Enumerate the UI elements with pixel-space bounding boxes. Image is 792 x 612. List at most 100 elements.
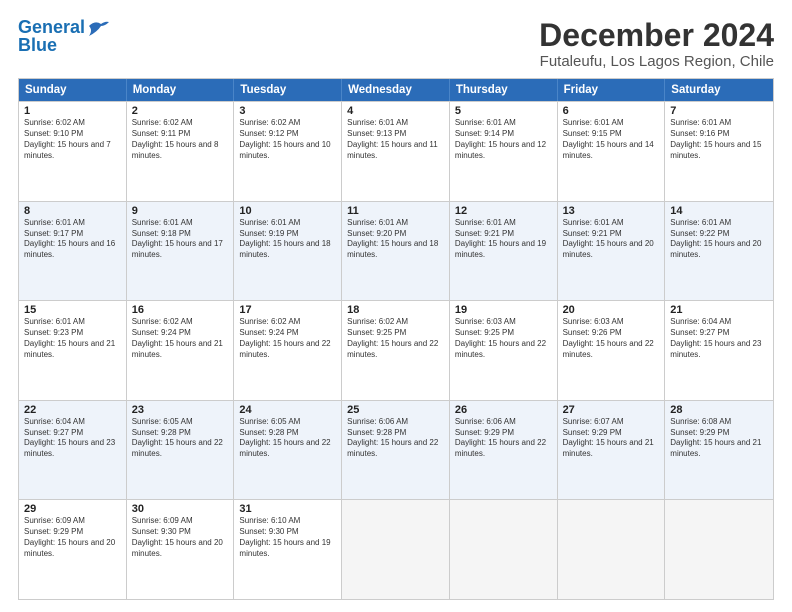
calendar-cell-day-8: 8Sunrise: 6:01 AMSunset: 9:17 PMDaylight… <box>19 202 127 301</box>
calendar-cell-day-17: 17Sunrise: 6:02 AMSunset: 9:24 PMDayligh… <box>234 301 342 400</box>
day-number: 8 <box>24 205 121 217</box>
cell-info: Sunrise: 6:10 AMSunset: 9:30 PMDaylight:… <box>239 516 336 559</box>
logo-bird-icon <box>87 18 109 36</box>
day-number: 3 <box>239 105 336 117</box>
day-number: 5 <box>455 105 552 117</box>
day-number: 16 <box>132 304 229 316</box>
title-section: December 2024 Futaleufu, Los Lagos Regio… <box>539 18 774 70</box>
calendar-row-1: 1Sunrise: 6:02 AMSunset: 9:10 PMDaylight… <box>19 101 773 201</box>
calendar-cell-empty <box>558 500 666 599</box>
calendar-row-4: 22Sunrise: 6:04 AMSunset: 9:27 PMDayligh… <box>19 400 773 500</box>
cell-info: Sunrise: 6:06 AMSunset: 9:29 PMDaylight:… <box>455 417 552 460</box>
calendar-cell-day-18: 18Sunrise: 6:02 AMSunset: 9:25 PMDayligh… <box>342 301 450 400</box>
calendar-cell-day-28: 28Sunrise: 6:08 AMSunset: 9:29 PMDayligh… <box>665 401 773 500</box>
day-number: 12 <box>455 205 552 217</box>
cell-info: Sunrise: 6:02 AMSunset: 9:24 PMDaylight:… <box>239 317 336 360</box>
calendar-cell-day-9: 9Sunrise: 6:01 AMSunset: 9:18 PMDaylight… <box>127 202 235 301</box>
calendar-cell-empty <box>450 500 558 599</box>
cell-info: Sunrise: 6:09 AMSunset: 9:30 PMDaylight:… <box>132 516 229 559</box>
cell-info: Sunrise: 6:04 AMSunset: 9:27 PMDaylight:… <box>670 317 768 360</box>
day-number: 24 <box>239 404 336 416</box>
logo-blue: Blue <box>18 35 57 55</box>
calendar-cell-day-3: 3Sunrise: 6:02 AMSunset: 9:12 PMDaylight… <box>234 102 342 201</box>
calendar-cell-day-16: 16Sunrise: 6:02 AMSunset: 9:24 PMDayligh… <box>127 301 235 400</box>
calendar-body: 1Sunrise: 6:02 AMSunset: 9:10 PMDaylight… <box>19 101 773 599</box>
header-day-monday: Monday <box>127 79 235 101</box>
calendar-cell-day-30: 30Sunrise: 6:09 AMSunset: 9:30 PMDayligh… <box>127 500 235 599</box>
day-number: 10 <box>239 205 336 217</box>
calendar-cell-day-20: 20Sunrise: 6:03 AMSunset: 9:26 PMDayligh… <box>558 301 666 400</box>
calendar-cell-day-5: 5Sunrise: 6:01 AMSunset: 9:14 PMDaylight… <box>450 102 558 201</box>
cell-info: Sunrise: 6:01 AMSunset: 9:18 PMDaylight:… <box>132 218 229 261</box>
day-number: 20 <box>563 304 660 316</box>
cell-info: Sunrise: 6:01 AMSunset: 9:15 PMDaylight:… <box>563 118 660 161</box>
calendar-cell-empty <box>665 500 773 599</box>
day-number: 19 <box>455 304 552 316</box>
cell-info: Sunrise: 6:02 AMSunset: 9:24 PMDaylight:… <box>132 317 229 360</box>
day-number: 29 <box>24 503 121 515</box>
calendar: SundayMondayTuesdayWednesdayThursdayFrid… <box>18 78 774 600</box>
calendar-cell-day-19: 19Sunrise: 6:03 AMSunset: 9:25 PMDayligh… <box>450 301 558 400</box>
calendar-row-2: 8Sunrise: 6:01 AMSunset: 9:17 PMDaylight… <box>19 201 773 301</box>
day-number: 4 <box>347 105 444 117</box>
calendar-header: SundayMondayTuesdayWednesdayThursdayFrid… <box>19 79 773 101</box>
logo: General Blue <box>18 18 109 54</box>
calendar-cell-day-29: 29Sunrise: 6:09 AMSunset: 9:29 PMDayligh… <box>19 500 127 599</box>
header-day-tuesday: Tuesday <box>234 79 342 101</box>
logo-general: General <box>18 17 85 37</box>
page: General Blue December 2024 Futaleufu, Lo… <box>0 0 792 612</box>
header-day-saturday: Saturday <box>665 79 773 101</box>
day-number: 17 <box>239 304 336 316</box>
day-number: 18 <box>347 304 444 316</box>
cell-info: Sunrise: 6:01 AMSunset: 9:13 PMDaylight:… <box>347 118 444 161</box>
header-day-thursday: Thursday <box>450 79 558 101</box>
calendar-cell-day-10: 10Sunrise: 6:01 AMSunset: 9:19 PMDayligh… <box>234 202 342 301</box>
calendar-cell-empty <box>342 500 450 599</box>
cell-info: Sunrise: 6:01 AMSunset: 9:20 PMDaylight:… <box>347 218 444 261</box>
day-number: 7 <box>670 105 768 117</box>
cell-info: Sunrise: 6:01 AMSunset: 9:19 PMDaylight:… <box>239 218 336 261</box>
calendar-cell-day-22: 22Sunrise: 6:04 AMSunset: 9:27 PMDayligh… <box>19 401 127 500</box>
cell-info: Sunrise: 6:02 AMSunset: 9:12 PMDaylight:… <box>239 118 336 161</box>
cell-info: Sunrise: 6:01 AMSunset: 9:17 PMDaylight:… <box>24 218 121 261</box>
day-number: 31 <box>239 503 336 515</box>
calendar-cell-day-24: 24Sunrise: 6:05 AMSunset: 9:28 PMDayligh… <box>234 401 342 500</box>
day-number: 25 <box>347 404 444 416</box>
day-number: 30 <box>132 503 229 515</box>
day-number: 2 <box>132 105 229 117</box>
day-number: 11 <box>347 205 444 217</box>
cell-info: Sunrise: 6:03 AMSunset: 9:26 PMDaylight:… <box>563 317 660 360</box>
location-title: Futaleufu, Los Lagos Region, Chile <box>539 53 774 70</box>
calendar-cell-day-7: 7Sunrise: 6:01 AMSunset: 9:16 PMDaylight… <box>665 102 773 201</box>
calendar-cell-day-11: 11Sunrise: 6:01 AMSunset: 9:20 PMDayligh… <box>342 202 450 301</box>
day-number: 27 <box>563 404 660 416</box>
calendar-cell-day-25: 25Sunrise: 6:06 AMSunset: 9:28 PMDayligh… <box>342 401 450 500</box>
header-day-sunday: Sunday <box>19 79 127 101</box>
logo-text: General Blue <box>18 18 85 54</box>
day-number: 9 <box>132 205 229 217</box>
calendar-cell-day-21: 21Sunrise: 6:04 AMSunset: 9:27 PMDayligh… <box>665 301 773 400</box>
month-title: December 2024 <box>539 18 774 53</box>
day-number: 28 <box>670 404 768 416</box>
cell-info: Sunrise: 6:02 AMSunset: 9:11 PMDaylight:… <box>132 118 229 161</box>
cell-info: Sunrise: 6:04 AMSunset: 9:27 PMDaylight:… <box>24 417 121 460</box>
cell-info: Sunrise: 6:01 AMSunset: 9:16 PMDaylight:… <box>670 118 768 161</box>
calendar-cell-day-4: 4Sunrise: 6:01 AMSunset: 9:13 PMDaylight… <box>342 102 450 201</box>
day-number: 23 <box>132 404 229 416</box>
cell-info: Sunrise: 6:02 AMSunset: 9:10 PMDaylight:… <box>24 118 121 161</box>
calendar-cell-day-14: 14Sunrise: 6:01 AMSunset: 9:22 PMDayligh… <box>665 202 773 301</box>
cell-info: Sunrise: 6:01 AMSunset: 9:21 PMDaylight:… <box>455 218 552 261</box>
calendar-cell-day-31: 31Sunrise: 6:10 AMSunset: 9:30 PMDayligh… <box>234 500 342 599</box>
cell-info: Sunrise: 6:09 AMSunset: 9:29 PMDaylight:… <box>24 516 121 559</box>
calendar-cell-day-1: 1Sunrise: 6:02 AMSunset: 9:10 PMDaylight… <box>19 102 127 201</box>
day-number: 26 <box>455 404 552 416</box>
header: General Blue December 2024 Futaleufu, Lo… <box>18 18 774 70</box>
calendar-cell-day-13: 13Sunrise: 6:01 AMSunset: 9:21 PMDayligh… <box>558 202 666 301</box>
day-number: 13 <box>563 205 660 217</box>
day-number: 21 <box>670 304 768 316</box>
cell-info: Sunrise: 6:07 AMSunset: 9:29 PMDaylight:… <box>563 417 660 460</box>
day-number: 15 <box>24 304 121 316</box>
calendar-cell-day-6: 6Sunrise: 6:01 AMSunset: 9:15 PMDaylight… <box>558 102 666 201</box>
cell-info: Sunrise: 6:01 AMSunset: 9:21 PMDaylight:… <box>563 218 660 261</box>
cell-info: Sunrise: 6:01 AMSunset: 9:14 PMDaylight:… <box>455 118 552 161</box>
